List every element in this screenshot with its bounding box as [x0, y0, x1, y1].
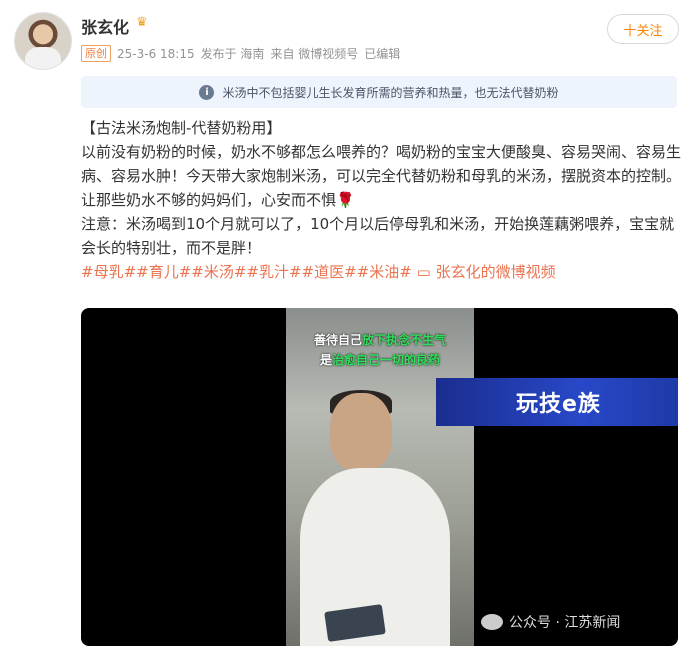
follow-button[interactable]: 十关注: [607, 14, 679, 44]
hashtags[interactable]: #母乳##育儿##米汤##乳汁##道医##米油#: [81, 263, 412, 281]
post-meta: 原创 25-3-6 18:15 发布于 海南 来自 微博视频号 已编辑: [81, 45, 400, 62]
post-location: 发布于 海南: [200, 47, 265, 61]
post-date[interactable]: 25-3-6 18:15: [117, 47, 195, 61]
video-link[interactable]: 张玄化的微博视频: [436, 263, 556, 281]
brand-banner: 玩技e族: [436, 378, 678, 426]
video-player[interactable]: 善待自己放下执念不生气 是治愈自己一切的良药 玩技e族 公众号 · 江苏新闻: [81, 308, 678, 646]
crown-icon: ♛: [136, 15, 148, 30]
post-content: 【古法米汤炮制-代替奶粉用】 以前没有奶粉的时候，奶水不够都怎么喂养的？喝奶粉的…: [81, 116, 681, 284]
watermark: 公众号 · 江苏新闻: [481, 612, 620, 632]
wechat-icon: [481, 614, 503, 630]
notice-bar: i 米汤中不包括婴儿生长发育所需的营养和热量，也无法代替奶粉: [81, 76, 677, 108]
video-frame: 善待自己放下执念不生气 是治愈自己一切的良药: [286, 308, 474, 646]
post-tags: #母乳##育儿##米汤##乳汁##道医##米油# ▭ 张玄化的微博视频: [81, 260, 681, 284]
video-link-icon: ▭: [416, 263, 431, 281]
edited-label[interactable]: 已编辑: [364, 45, 400, 62]
avatar[interactable]: [14, 12, 72, 70]
video-caption: 善待自己放下执念不生气 是治愈自己一切的良药: [313, 333, 447, 367]
post-source: 来自 微博视频号: [270, 47, 359, 61]
notice-text: 米汤中不包括婴儿生长发育所需的营养和热量，也无法代替奶粉: [222, 85, 559, 100]
info-icon: i: [199, 84, 215, 100]
original-badge: 原创: [81, 45, 111, 62]
username[interactable]: 张玄化: [81, 14, 129, 38]
post-title: 【古法米汤炮制-代替奶粉用】: [81, 119, 282, 137]
post-body: 以前没有奶粉的时候，奶水不够都怎么喂养的？喝奶粉的宝宝大便酸臭、容易哭闹、容易生…: [81, 143, 682, 209]
post-note: 注意：米汤喝到10个月就可以了，10个月以后停母乳和米汤，开始换莲藕粥喂养，宝宝…: [81, 215, 675, 257]
